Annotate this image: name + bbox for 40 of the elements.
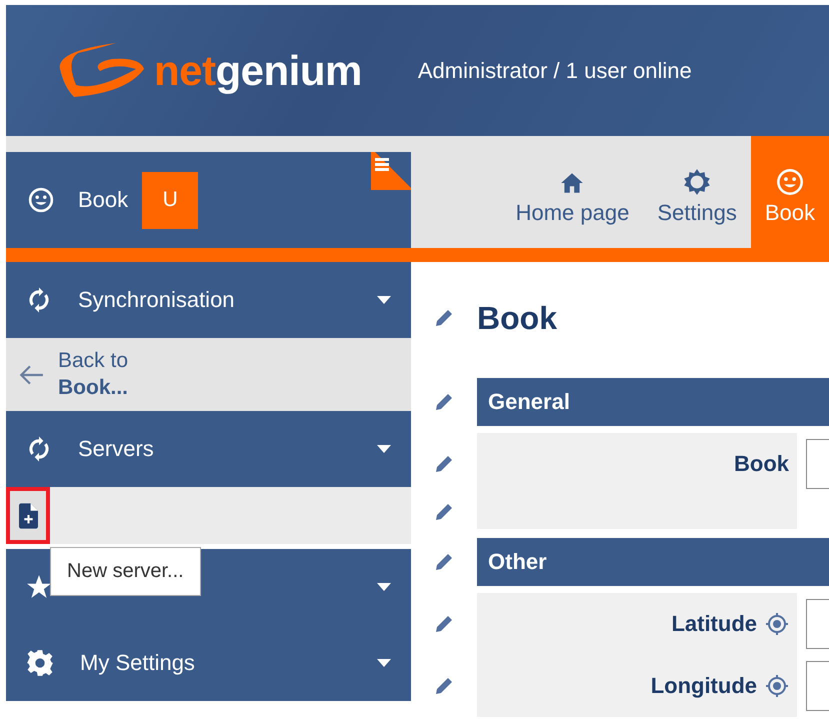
smiley-icon <box>28 187 54 213</box>
pencil-icon[interactable] <box>434 454 454 474</box>
settings-icon <box>26 649 54 677</box>
pencil-icon[interactable] <box>434 308 454 328</box>
locate-icon[interactable] <box>765 674 789 698</box>
field-label: Longitude <box>650 673 757 699</box>
caret-icon <box>377 659 391 667</box>
caret-icon <box>377 445 391 453</box>
module-label: Book <box>78 187 128 213</box>
pencil-icon[interactable] <box>434 392 454 412</box>
locate-icon[interactable] <box>765 612 789 636</box>
sun-icon <box>683 168 712 196</box>
tooltip: New server... <box>50 547 201 596</box>
nav-tab[interactable]: Home page <box>502 136 644 248</box>
field-label: Latitude <box>671 611 757 637</box>
user-badge: U <box>142 172 198 228</box>
field-label: Book <box>734 451 789 477</box>
caret-icon <box>377 583 391 591</box>
pencil-icon[interactable] <box>434 676 454 696</box>
page-title: Book <box>477 300 558 336</box>
menu-item[interactable]: Servers <box>6 411 411 487</box>
nav-tab[interactable]: Settings <box>643 136 751 248</box>
table-corner-icon[interactable] <box>371 152 411 190</box>
nav-tab[interactable]: Book <box>750 136 829 248</box>
menu-item[interactable]: Synchronisation <box>6 262 411 338</box>
smiley-icon <box>776 168 804 196</box>
new-file-button[interactable] <box>6 487 50 544</box>
menu-item[interactable]: My Settings <box>6 625 411 701</box>
star-icon <box>26 574 52 600</box>
logo-wordmark: netgenium <box>154 46 362 94</box>
section-header: General <box>477 378 829 426</box>
pencil-icon[interactable] <box>434 552 454 572</box>
arrow-left-icon <box>18 364 44 386</box>
user-status: Administrator / 1 user online <box>418 58 692 84</box>
pencil-icon[interactable] <box>434 614 454 634</box>
caret-icon <box>377 296 391 304</box>
section-header: Other <box>477 538 829 586</box>
pencil-icon[interactable] <box>434 502 454 522</box>
back-link[interactable]: Back to Book... <box>6 338 411 411</box>
file-plus-icon <box>18 502 38 528</box>
